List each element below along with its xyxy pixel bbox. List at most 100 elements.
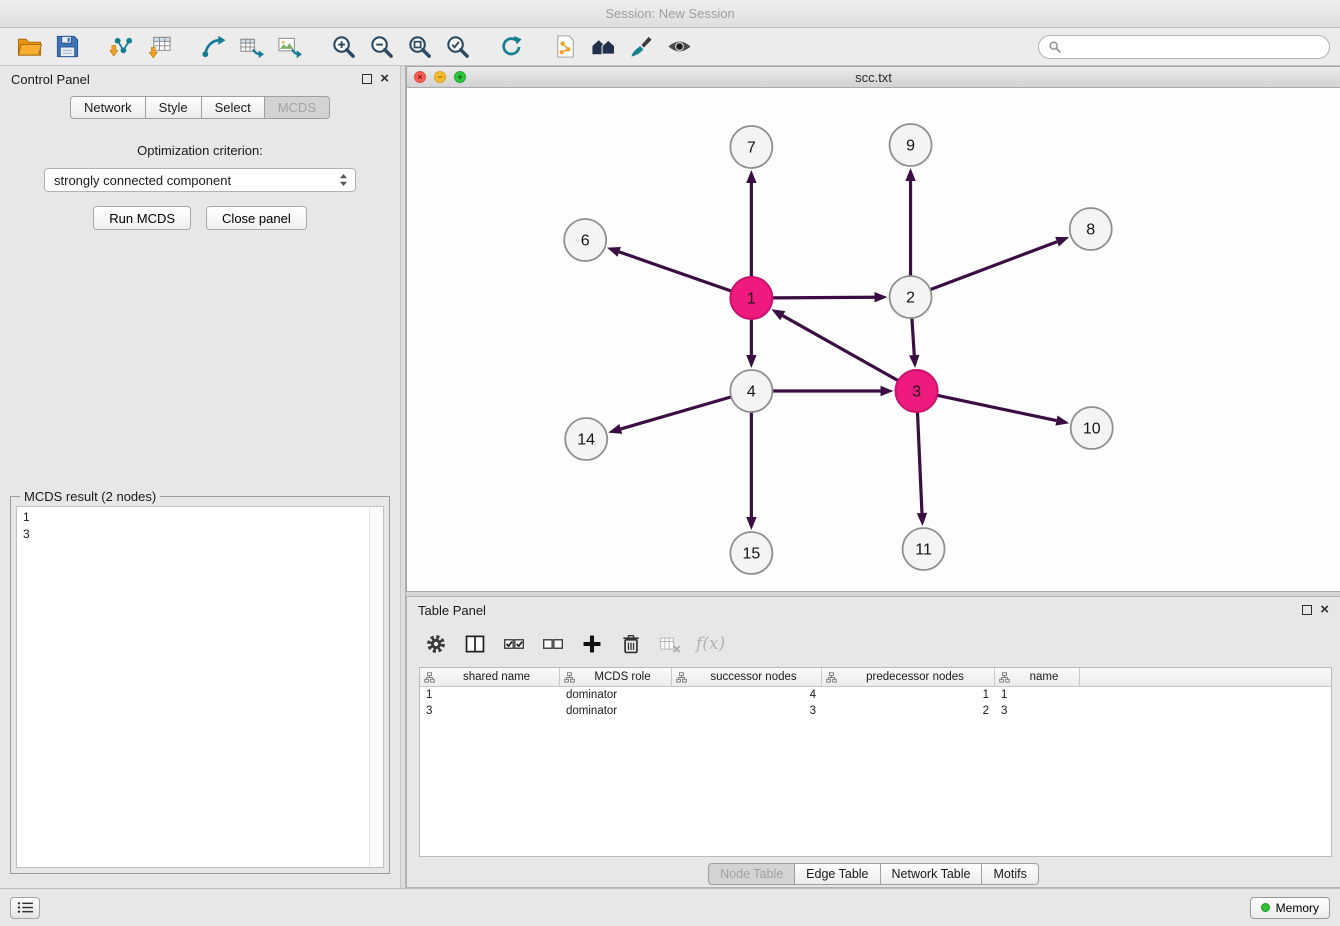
add-column-button[interactable] <box>579 631 605 657</box>
import-table-button[interactable] <box>140 31 178 63</box>
column-header-name[interactable]: name <box>995 668 1080 686</box>
tab-select[interactable]: Select <box>202 96 265 119</box>
zoom-window-button[interactable]: + <box>454 71 466 83</box>
graph-edge-1-4[interactable] <box>746 319 756 368</box>
clone-network-button[interactable] <box>232 31 270 63</box>
tab-style[interactable]: Style <box>146 96 202 119</box>
zoom-fit-button[interactable] <box>400 31 438 63</box>
tab-motifs[interactable]: Motifs <box>982 863 1038 885</box>
graph-edge-2-3[interactable] <box>909 318 919 368</box>
graph-node-1[interactable]: 1 <box>730 277 772 319</box>
column-header-predecessor-nodes[interactable]: predecessor nodes <box>822 668 995 686</box>
import-table-icon <box>147 34 172 59</box>
tab-mcds[interactable]: MCDS <box>265 96 330 119</box>
graph-edge-3-1[interactable] <box>771 309 898 380</box>
graph-node-7[interactable]: 7 <box>730 126 772 168</box>
zoom-out-button[interactable] <box>362 31 400 63</box>
cell-shared-name[interactable]: 1 <box>420 689 560 701</box>
graph-node-8[interactable]: 8 <box>1070 208 1112 250</box>
cell-name[interactable]: 3 <box>995 705 1080 717</box>
tab-node-table[interactable]: Node Table <box>708 863 795 885</box>
column-visibility-button[interactable] <box>462 631 488 657</box>
graph-edge-3-11[interactable] <box>917 412 927 526</box>
export-image-button[interactable] <box>270 31 308 63</box>
import-network-button[interactable] <box>102 31 140 63</box>
graph-node-15[interactable]: 15 <box>730 532 772 574</box>
graph-node-4[interactable]: 4 <box>730 370 772 412</box>
graph-edge-1-6[interactable] <box>607 247 732 291</box>
mcds-result-list[interactable]: 1 3 <box>16 506 384 868</box>
show-hide-graphics-button[interactable] <box>660 31 698 63</box>
column-header-successor-nodes[interactable]: successor nodes <box>672 668 822 686</box>
cell-shared-name[interactable]: 3 <box>420 705 560 717</box>
graph-node-6[interactable]: 6 <box>564 219 606 261</box>
export-image-icon <box>277 34 302 59</box>
graph-edge-3-10[interactable] <box>937 395 1069 425</box>
close-panel-button[interactable]: Close panel <box>206 206 307 230</box>
column-header-mcds-role[interactable]: MCDS role <box>560 668 672 686</box>
cell-name[interactable]: 1 <box>995 689 1080 701</box>
save-session-button[interactable] <box>48 31 86 63</box>
apply-style-button[interactable] <box>622 31 660 63</box>
table-row[interactable]: 3 dominator 3 2 3 <box>420 703 1331 719</box>
zoom-in-button[interactable] <box>324 31 362 63</box>
deselect-all-rows-button[interactable] <box>540 631 566 657</box>
cell-predecessor-nodes[interactable]: 2 <box>822 705 995 717</box>
result-scrollbar[interactable] <box>369 507 383 867</box>
graph-edge-2-8[interactable] <box>930 237 1069 290</box>
refresh-layout-button[interactable] <box>492 31 530 63</box>
folder-icon <box>17 34 42 59</box>
network-canvas[interactable]: 7 9 6 8 1 2 4 3 14 10 15 11 <box>407 88 1340 591</box>
application-window: Session: New Session Control <box>0 0 1340 926</box>
float-panel-button[interactable] <box>362 74 372 84</box>
toolbar-search <box>1038 35 1330 59</box>
task-history-button[interactable] <box>10 897 40 919</box>
column-header-shared-name[interactable]: shared name <box>420 668 560 686</box>
cell-successor-nodes[interactable]: 3 <box>672 705 822 717</box>
delete-table-button[interactable] <box>657 631 683 657</box>
close-panel-icon[interactable]: × <box>380 73 389 85</box>
run-mcds-button[interactable]: Run MCDS <box>93 206 191 230</box>
graph-node-11[interactable]: 11 <box>903 528 945 570</box>
mcds-result-value: 1 <box>23 509 377 526</box>
select-all-rows-button[interactable] <box>501 631 527 657</box>
network-window-titlebar: scc.txt × − + <box>407 67 1340 88</box>
graph-node-2[interactable]: 2 <box>890 276 932 318</box>
tab-edge-table[interactable]: Edge Table <box>795 863 880 885</box>
tab-network[interactable]: Network <box>70 96 146 119</box>
home-view-button[interactable] <box>584 31 622 63</box>
close-table-panel-icon[interactable]: × <box>1320 604 1329 616</box>
graph-edge-2-9[interactable] <box>905 168 915 276</box>
search-input[interactable] <box>1067 40 1320 54</box>
criterion-dropdown[interactable]: strongly connected component <box>44 168 356 192</box>
delete-column-button[interactable] <box>618 631 644 657</box>
graph-node-14[interactable]: 14 <box>565 418 607 460</box>
graph-node-3[interactable]: 3 <box>896 370 938 412</box>
cell-mcds-role[interactable]: dominator <box>560 689 672 701</box>
new-network-button[interactable] <box>194 31 232 63</box>
zoom-selected-button[interactable] <box>438 31 476 63</box>
table-settings-button[interactable] <box>423 631 449 657</box>
graph-edge-1-7[interactable] <box>746 170 756 277</box>
table-row[interactable]: 1 dominator 4 1 1 <box>420 687 1331 703</box>
tab-network-table[interactable]: Network Table <box>881 863 983 885</box>
network-file-button[interactable] <box>546 31 584 63</box>
close-window-button[interactable]: × <box>414 71 426 83</box>
float-table-panel-button[interactable] <box>1302 605 1312 615</box>
graph-node-10[interactable]: 10 <box>1071 407 1113 449</box>
search-icon <box>1048 40 1062 54</box>
cell-predecessor-nodes[interactable]: 1 <box>822 689 995 701</box>
minimize-window-button[interactable]: − <box>434 71 446 83</box>
function-builder-button[interactable]: f(x) <box>696 634 725 654</box>
graph-edge-4-14[interactable] <box>608 397 731 434</box>
memory-button[interactable]: Memory <box>1250 897 1330 919</box>
graph-node-9[interactable]: 9 <box>890 124 932 166</box>
dropdown-stepper-icon <box>339 173 348 187</box>
graph-edge-4-3[interactable] <box>772 386 893 396</box>
graph-edge-1-2[interactable] <box>772 292 887 302</box>
open-session-button[interactable] <box>10 31 48 63</box>
paintbrush-icon <box>629 34 654 59</box>
cell-mcds-role[interactable]: dominator <box>560 705 672 717</box>
graph-edge-4-15[interactable] <box>746 412 756 530</box>
cell-successor-nodes[interactable]: 4 <box>672 689 822 701</box>
